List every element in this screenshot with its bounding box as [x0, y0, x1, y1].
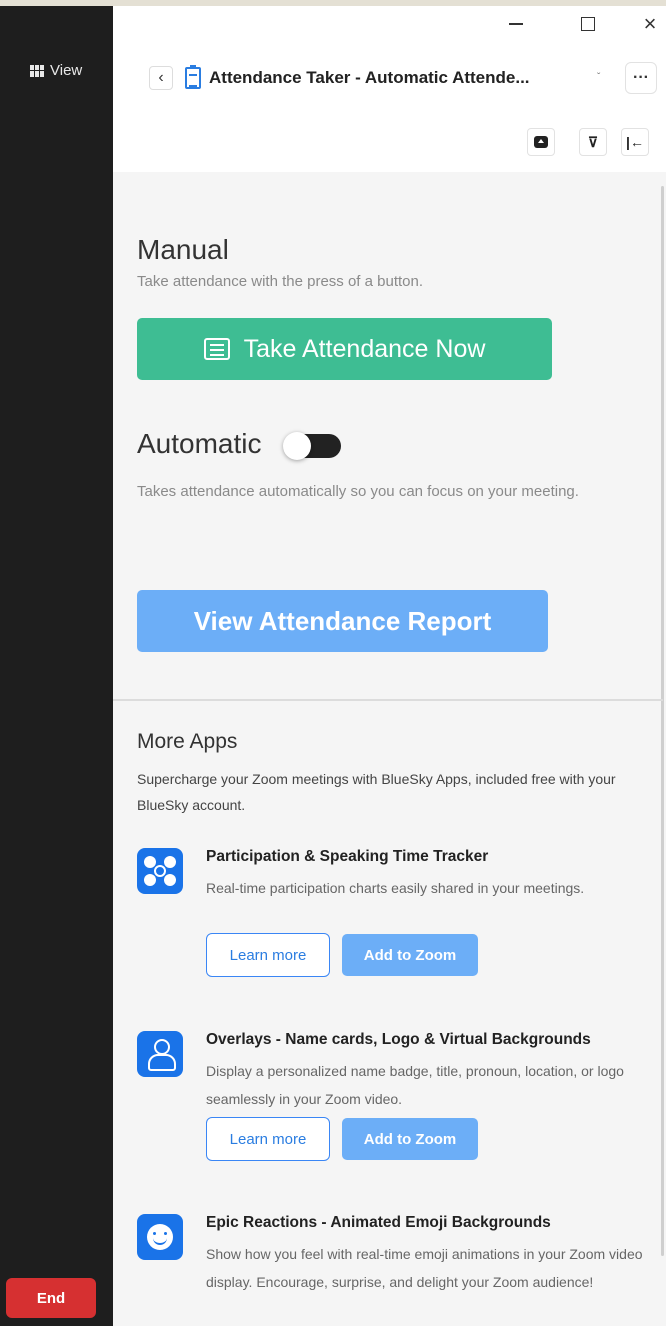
collapse-left-icon: |←	[626, 134, 644, 150]
automatic-section-title: Automatic	[137, 428, 262, 459]
participants-icon	[137, 848, 183, 894]
attendance-panel: Manual Take attendance with the press of…	[113, 172, 666, 1326]
learn-more-button[interactable]: Learn more	[206, 1117, 330, 1161]
view-report-button[interactable]: View Attendance Report	[137, 590, 548, 652]
back-button[interactable]: ‹	[149, 66, 173, 90]
gallery-grid-icon	[30, 64, 44, 77]
more-apps-title: More Apps	[137, 730, 238, 753]
automatic-section-description: Takes attendance automatically so you ca…	[137, 483, 579, 500]
smiley-icon	[137, 1214, 183, 1260]
learn-more-button[interactable]: Learn more	[206, 933, 330, 977]
collapse-button[interactable]: |←	[621, 128, 649, 156]
add-to-zoom-button[interactable]: Add to Zoom	[342, 1118, 478, 1160]
upload-button[interactable]	[527, 128, 555, 156]
app-name: Epic Reactions - Animated Emoji Backgrou…	[206, 1214, 551, 1231]
app-description: Real-time participation charts easily sh…	[206, 880, 585, 896]
add-to-zoom-button[interactable]: Add to Zoom	[342, 934, 478, 976]
meeting-sidebar: View End	[0, 6, 113, 1326]
app-description: Show how you feel with real-time emoji a…	[206, 1246, 643, 1290]
name-card-icon	[137, 1031, 183, 1077]
manual-section-title: Manual	[137, 234, 229, 265]
window-controls: ×	[113, 6, 666, 42]
scrollbar[interactable]	[661, 186, 664, 1256]
more-apps-description: Supercharge your Zoom meetings with Blue…	[137, 771, 616, 813]
chevron-down-icon[interactable]: ˇ	[597, 72, 600, 83]
app-title: Attendance Taker - Automatic Attende...	[209, 68, 530, 87]
maximize-icon[interactable]	[575, 12, 601, 36]
close-icon[interactable]: ×	[637, 11, 663, 36]
section-divider	[113, 699, 663, 701]
app-name: Participation & Speaking Time Tracker	[206, 848, 489, 865]
more-options-button[interactable]: ···	[625, 62, 657, 94]
automatic-toggle[interactable]	[283, 432, 341, 460]
filter-icon: ⊽	[587, 133, 599, 150]
take-attendance-label: Take Attendance Now	[243, 334, 486, 363]
upload-icon	[534, 136, 548, 148]
filter-button[interactable]: ⊽	[579, 128, 607, 156]
clipboard-icon	[185, 65, 201, 89]
checklist-icon	[203, 338, 230, 360]
app-name: Overlays - Name cards, Logo & Virtual Ba…	[206, 1031, 591, 1048]
take-attendance-button[interactable]: Take Attendance Now	[137, 318, 552, 380]
app-header: ‹ Attendance Taker - Automatic Attende..…	[113, 42, 666, 172]
app-description: Display a personalized name badge, title…	[206, 1063, 624, 1107]
view-button-label: View	[50, 62, 83, 79]
end-meeting-button[interactable]: End	[6, 1278, 96, 1318]
view-button[interactable]: View	[30, 62, 82, 79]
manual-section-description: Take attendance with the press of a butt…	[137, 273, 424, 290]
minimize-icon[interactable]	[503, 12, 529, 36]
